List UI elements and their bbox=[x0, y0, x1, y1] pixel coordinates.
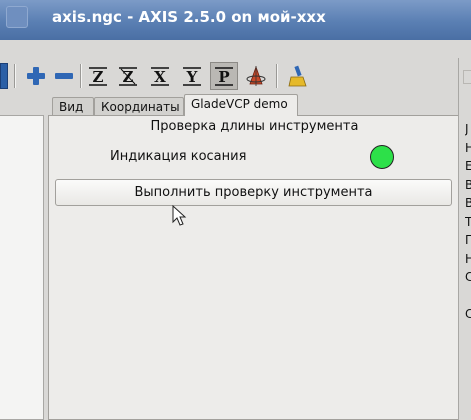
svg-text:Z: Z bbox=[93, 68, 104, 86]
view-x-button[interactable]: X bbox=[146, 62, 174, 90]
right-panel-frame-corner bbox=[463, 70, 471, 84]
view-p-icon: P bbox=[215, 67, 233, 86]
run-tool-check-button[interactable]: Выполнить проверку инструмента bbox=[55, 179, 452, 206]
view-z2-icon: Z bbox=[119, 67, 137, 86]
toolbar-separator bbox=[80, 64, 82, 88]
mouse-cursor-icon bbox=[172, 205, 187, 226]
toolbar-separator bbox=[276, 64, 278, 88]
svg-text:Z: Z bbox=[123, 68, 134, 86]
gladevcp-panel: Проверка длины инструмента Индикация кос… bbox=[48, 115, 459, 420]
toolbar-separator bbox=[14, 64, 16, 88]
clear-plot-button[interactable] bbox=[284, 62, 312, 90]
clear-plot-icon bbox=[288, 65, 307, 87]
tab-coordinates[interactable]: Координаты bbox=[94, 97, 184, 115]
zoom-in-button[interactable] bbox=[22, 62, 50, 90]
view-y-button[interactable]: Y bbox=[178, 62, 206, 90]
touch-indicator-led bbox=[370, 145, 394, 169]
run-tool-check-label: Выполнить проверку инструмента bbox=[134, 185, 373, 200]
view-p-button[interactable]: P bbox=[210, 62, 238, 90]
window-menu-button[interactable] bbox=[6, 6, 28, 28]
toolbar: Z Z X Y P bbox=[0, 58, 471, 94]
svg-text:Y: Y bbox=[186, 68, 198, 86]
left-control-panel bbox=[0, 115, 44, 420]
right-panel-letter: Н bbox=[465, 251, 471, 266]
tab-label: GladeVCP demo bbox=[191, 97, 288, 111]
toolbar-partial-button[interactable] bbox=[0, 63, 8, 89]
right-panel-letter bbox=[465, 287, 471, 306]
zoom-in-icon bbox=[27, 67, 45, 85]
tab-gladevcp-demo[interactable]: GladeVCP demo bbox=[184, 94, 298, 116]
svg-text:X: X bbox=[154, 68, 166, 86]
right-panel-letter: J bbox=[465, 122, 469, 136]
view-z-button[interactable]: Z bbox=[84, 62, 112, 90]
touch-indication-label: Индикация косания bbox=[110, 149, 247, 164]
rotate-view-button[interactable] bbox=[242, 62, 270, 90]
right-panel-letter: П bbox=[465, 233, 471, 247]
rotate-view-icon bbox=[246, 65, 266, 86]
tool-length-check-title: Проверка длины инструмента bbox=[150, 119, 359, 134]
right-panel-letter: Т bbox=[465, 214, 471, 229]
tab-label: Координаты bbox=[101, 100, 180, 114]
right-panel-letter: Н bbox=[465, 140, 471, 155]
view-z2-button[interactable]: Z bbox=[114, 62, 142, 90]
view-z-icon: Z bbox=[89, 67, 107, 86]
svg-text:P: P bbox=[218, 68, 229, 86]
right-panel-letter: В bbox=[465, 196, 471, 210]
window-title: axis.ngc - AXIS 2.5.0 on мой-xxx bbox=[52, 8, 326, 26]
tab-view[interactable]: Вид bbox=[52, 97, 94, 115]
tab-label: Вид bbox=[59, 100, 84, 114]
view-y-icon: Y bbox=[183, 67, 201, 86]
window-titlebar[interactable]: axis.ngc - AXIS 2.5.0 on мой-xxx bbox=[0, 0, 471, 40]
view-x-icon: X bbox=[151, 67, 169, 86]
right-panel-letter: С bbox=[465, 270, 471, 284]
right-panel-text: J Н E В В Т П Н С С bbox=[465, 120, 471, 324]
right-panel-letter: E bbox=[465, 159, 471, 173]
zoom-out-icon bbox=[55, 73, 73, 79]
right-panel-letter: В bbox=[465, 177, 471, 192]
zoom-out-button[interactable] bbox=[50, 62, 78, 90]
right-panel-letter: С bbox=[465, 307, 471, 321]
